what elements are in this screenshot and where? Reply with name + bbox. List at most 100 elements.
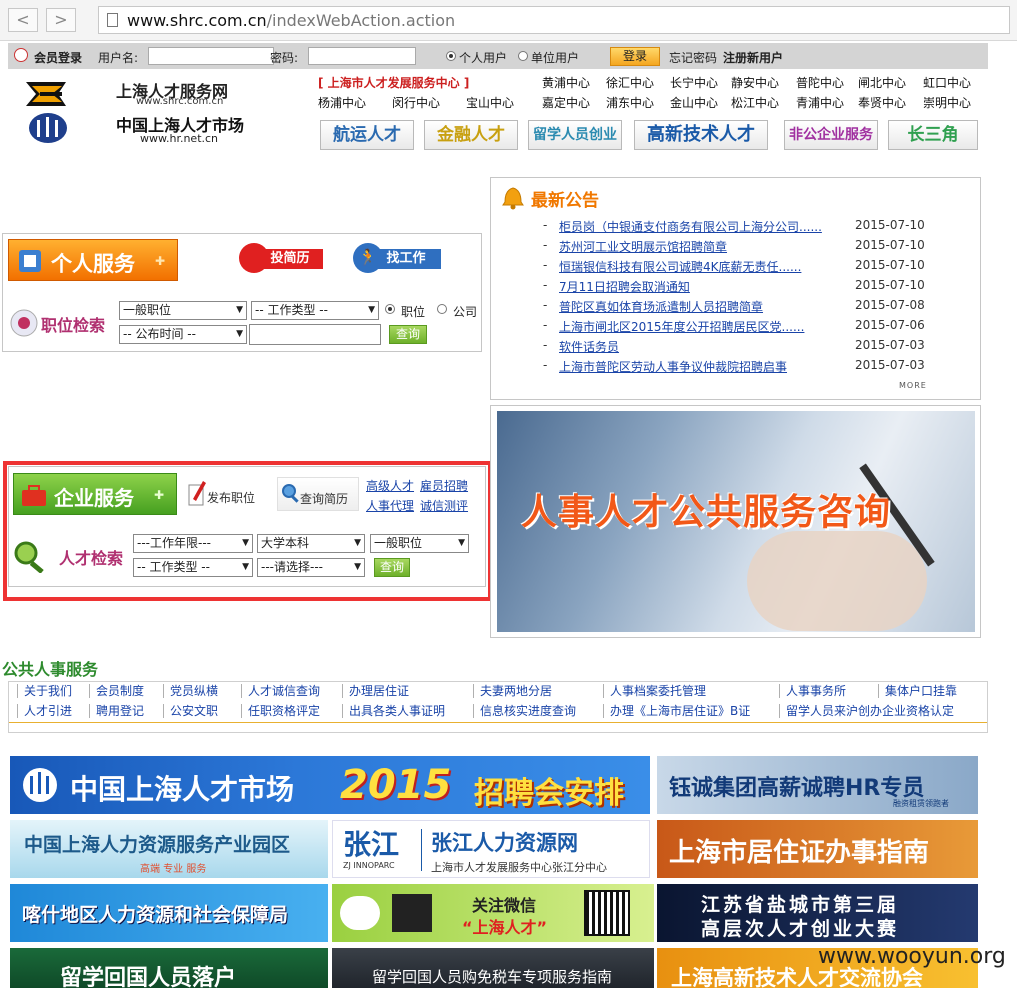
banner-residence-permit-guide[interactable]: 上海市居住证办事指南	[657, 820, 978, 878]
position-select[interactable]: 一般职位	[119, 301, 247, 320]
notice-item-title[interactable]: 7月11日招聘会取消通知	[559, 278, 690, 295]
company-user-radio[interactable]	[518, 51, 528, 61]
employee-recruit-link[interactable]: 雇员招聘	[420, 477, 468, 494]
hr-agency-link[interactable]: 人事代理	[366, 497, 414, 514]
public-service-link[interactable]: 出具各类人事证明	[342, 704, 445, 718]
notice-item-title[interactable]: 上海市闸北区2015年度公开招聘居民区党......	[559, 318, 804, 335]
hr-market-logo[interactable]	[28, 112, 68, 147]
notice-item-title[interactable]: 软件话务员	[559, 338, 619, 355]
notice-item[interactable]: - 上海市普陀区劳动人事争议仲裁院招聘启事 2015-07-03	[543, 358, 963, 376]
center-link[interactable]: 浦东中心	[606, 94, 654, 111]
public-service-link[interactable]: 人事事务所	[779, 684, 846, 698]
banner-wechat-follow[interactable]: 关注微信 “上海人才”	[332, 884, 654, 942]
public-service-link[interactable]: 办理《上海市居住证》B证	[603, 704, 750, 718]
public-service-link[interactable]: 夫妻两地分居	[473, 684, 552, 698]
public-service-link[interactable]: 聘用登记	[89, 704, 144, 718]
notice-item-title[interactable]: 恒瑞银信科技有限公司诚聘4K底薪无责任......	[559, 258, 801, 275]
center-link[interactable]: 普陀中心	[796, 74, 844, 91]
public-service-link[interactable]: 办理居住证	[342, 684, 409, 698]
public-service-link[interactable]: 留学人员来沪创办企业资格认定	[779, 704, 954, 718]
category-button[interactable]: 航运人才	[320, 120, 414, 150]
center-link[interactable]: 虹口中心	[923, 74, 971, 91]
notice-item-title[interactable]: 上海市普陀区劳动人事争议仲裁院招聘启事	[559, 358, 787, 375]
banner-yucheng-hr[interactable]: 钰诚集团高薪诚聘HR专员 融资租赁领跑者	[657, 756, 978, 814]
center-link[interactable]: 崇明中心	[923, 94, 971, 111]
company-radio[interactable]	[437, 304, 447, 314]
banner-returnee-settle[interactable]: 留学回国人员落户	[10, 948, 328, 988]
public-service-link[interactable]: 关于我们	[17, 684, 72, 698]
position-radio[interactable]	[385, 304, 395, 314]
center-link[interactable]: 松江中心	[731, 94, 779, 111]
public-service-link[interactable]: 人才诚信查询	[241, 684, 320, 698]
category-button[interactable]: 非公企业服务	[784, 120, 878, 150]
work-years-select[interactable]: ---工作年限---	[133, 534, 253, 553]
choose-select[interactable]: ---请选择---	[257, 558, 365, 577]
notice-item-title[interactable]: 柜员岗（中银通支付商务有限公司上海分公司......	[559, 218, 822, 235]
public-service-link[interactable]: 信息核实进度查询	[473, 704, 576, 718]
notice-item[interactable]: - 恒瑞银信科技有限公司诚聘4K底薪无责任...... 2015-07-10	[543, 258, 963, 276]
address-bar[interactable]: www.shrc.com.cn/indexWebAction.action	[98, 6, 1010, 34]
senior-talent-link[interactable]: 高级人才	[366, 477, 414, 494]
more-link[interactable]: MORE	[899, 381, 927, 390]
notice-item[interactable]: - 7月11日招聘会取消通知 2015-07-10	[543, 278, 963, 296]
forgot-password-link[interactable]: 忘记密码	[669, 49, 717, 66]
back-button[interactable]: <	[8, 8, 38, 32]
forward-button[interactable]: >	[46, 8, 76, 32]
enterprise-query-button[interactable]: 查询	[374, 558, 410, 577]
position-select[interactable]: 一般职位	[370, 534, 469, 553]
category-button[interactable]: 高新技术人才	[634, 120, 768, 150]
notice-item[interactable]: - 普陀区真如体育场派遣制人员招聘简章 2015-07-08	[543, 298, 963, 316]
query-resume-button[interactable]: 查询简历	[277, 477, 359, 511]
public-service-link[interactable]: 党员纵横	[163, 684, 218, 698]
notice-item-title[interactable]: 普陀区真如体育场派遣制人员招聘简章	[559, 298, 763, 315]
category-button[interactable]: 长三角	[888, 120, 978, 150]
register-link[interactable]: 注册新用户	[723, 49, 783, 66]
education-select[interactable]: 大学本科	[257, 534, 365, 553]
center-link[interactable]: 嘉定中心	[542, 94, 590, 111]
center-link[interactable]: 静安中心	[731, 74, 779, 91]
public-service-link[interactable]: 会员制度	[89, 684, 144, 698]
category-button[interactable]: 留学人员创业	[528, 120, 622, 150]
center-link[interactable]: 青浦中心	[796, 94, 844, 111]
center-link[interactable]: 闵行中心	[392, 94, 440, 111]
center-link[interactable]: 奉贤中心	[858, 94, 906, 111]
center-link[interactable]: 杨浦中心	[318, 94, 366, 111]
banner-hr-industry-park[interactable]: 中国上海人力资源服务产业园区 高端 专业 服务	[10, 820, 328, 878]
center-link[interactable]: 徐汇中心	[606, 74, 654, 91]
banner-returnee-car[interactable]: 留学回国人员购免税车专项服务指南	[332, 948, 654, 988]
center-link[interactable]: 金山中心	[670, 94, 718, 111]
public-service-link[interactable]: 公安文职	[163, 704, 218, 718]
find-job-button[interactable]: 🏃 找工作	[353, 243, 443, 275]
banner-kashgar-hrss[interactable]: 喀什地区人力资源和社会保障局	[10, 884, 328, 942]
notice-item[interactable]: - 软件话务员 2015-07-03	[543, 338, 963, 356]
notice-item-title[interactable]: 苏州河工业文明展示馆招聘简章	[559, 238, 727, 255]
public-service-link[interactable]: 任职资格评定	[241, 704, 320, 718]
login-button[interactable]: 登录	[610, 47, 660, 66]
banner-zhangjiang-hr[interactable]: 张江 ZJ INNOPARC 张江人力资源网 上海市人才发展服务中心张江分中心	[332, 820, 650, 878]
username-input[interactable]	[148, 47, 274, 65]
shrc-logo[interactable]	[22, 78, 72, 113]
notice-item[interactable]: - 苏州河工业文明展示馆招聘简章 2015-07-10	[543, 238, 963, 256]
public-service-link[interactable]: 人事档案委托管理	[603, 684, 706, 698]
center-link[interactable]: 宝山中心	[466, 94, 514, 111]
center-link[interactable]: 长宁中心	[670, 74, 718, 91]
center-link[interactable]: 黄浦中心	[542, 74, 590, 91]
publish-job-button[interactable]: 发布职位	[187, 477, 267, 511]
banner-yancheng-contest[interactable]: 江苏省盐城市第三届 高层次人才创业大赛	[657, 884, 978, 942]
enterprise-service-header[interactable]: 企业服务 ✚	[13, 473, 177, 515]
personal-service-header[interactable]: 个人服务 ✚	[8, 239, 178, 281]
work-type-select[interactable]: -- 工作类型 --	[133, 558, 253, 577]
keyword-input[interactable]	[249, 324, 381, 345]
credit-eval-link[interactable]: 诚信测评	[420, 497, 468, 514]
submit-resume-button[interactable]: 投简历	[239, 243, 325, 275]
public-service-link[interactable]: 集体户口挂靠	[878, 684, 957, 698]
banner-recruitment-2015[interactable]: 中国上海人才市场 2015 招聘会安排	[10, 756, 650, 814]
personal-user-radio[interactable]	[446, 51, 456, 61]
password-input[interactable]	[308, 47, 416, 65]
publish-time-select[interactable]: -- 公布时间 --	[119, 325, 247, 344]
personal-query-button[interactable]: 查询	[389, 325, 427, 344]
public-service-link[interactable]: 人才引进	[17, 704, 72, 718]
notice-item[interactable]: - 柜员岗（中银通支付商务有限公司上海分公司...... 2015-07-10	[543, 218, 963, 236]
center-link[interactable]: 闸北中心	[858, 74, 906, 91]
notice-item[interactable]: - 上海市闸北区2015年度公开招聘居民区党...... 2015-07-06	[543, 318, 963, 336]
